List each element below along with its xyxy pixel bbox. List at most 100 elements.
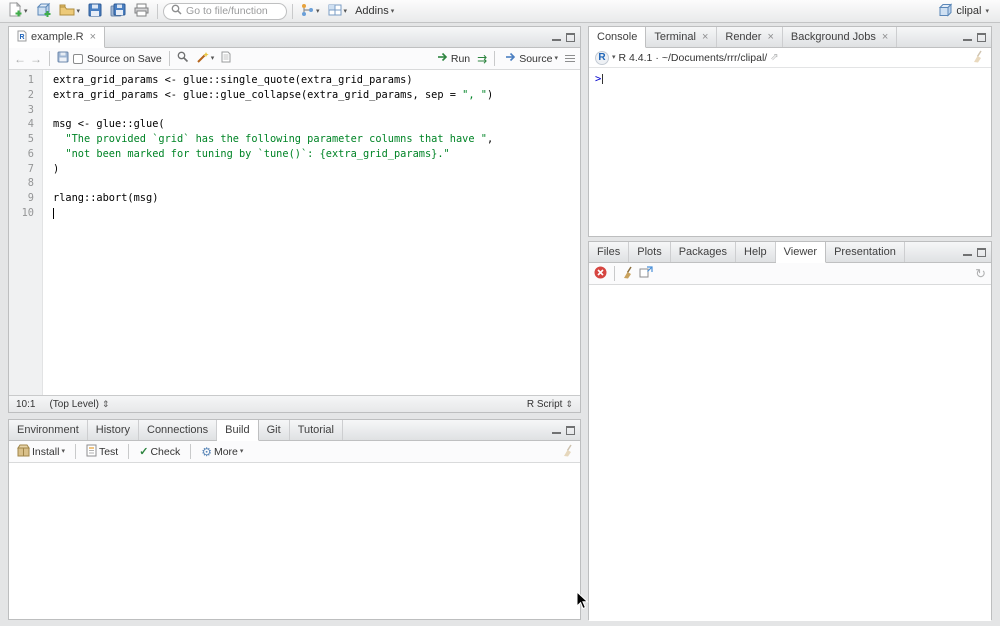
rerun-icon[interactable]: ⇉ [477,52,487,66]
maximize-icon[interactable] [977,33,986,42]
addins-button[interactable]: Addins ▾ [352,4,397,18]
compile-report-icon[interactable] [221,51,231,66]
tab-viewer[interactable]: Viewer [776,242,826,263]
close-icon[interactable]: × [90,31,96,43]
maximize-icon[interactable] [566,33,575,42]
chevron-down-icon[interactable]: ▾ [612,54,616,61]
tab-files[interactable]: Files [589,242,629,262]
tab-render[interactable]: Render× [717,27,783,47]
code-segment: extra_grid_params <- glue::single_quote(… [53,74,413,86]
forward-icon[interactable]: → [30,52,42,66]
code-line[interactable] [53,103,580,118]
goto-input[interactable] [186,5,279,17]
code-line[interactable]: "not been marked for tuning by `tune()`:… [53,147,580,162]
code-line[interactable]: "The provided `grid` has the following p… [53,132,580,147]
pane-window-buttons [963,27,991,47]
tab-connections[interactable]: Connections [139,420,217,440]
tab-plots[interactable]: Plots [629,242,670,262]
build-toolbar: Install ▾ Test ✓ Check ⚙ More ▾ [9,441,580,463]
save-button[interactable] [85,2,105,21]
tab-build[interactable]: Build [217,420,258,441]
find-replace-icon[interactable] [177,51,189,66]
line-number: 6 [9,147,34,162]
tab-git[interactable]: Git [259,420,290,440]
run-button[interactable]: Run [434,51,473,66]
goto-file-function-box[interactable] [163,3,287,20]
toolbar-separator [169,51,170,66]
document-outline-icon[interactable] [565,53,575,64]
minimize-icon[interactable] [552,33,561,41]
updown-icon: ⇕ [102,399,110,409]
source-arrow-icon [505,52,517,65]
tab-example-r[interactable]: R example.R × [9,27,105,48]
code-line[interactable]: extra_grid_params <- glue::glue_collapse… [53,88,580,103]
code-tools-button[interactable]: ▾ [193,50,218,68]
install-label: Install [32,446,59,458]
save-icon[interactable] [57,51,69,66]
code-lines[interactable]: extra_grid_params <- glue::single_quote(… [43,70,580,395]
close-icon[interactable]: × [767,31,773,43]
tab-label: Tutorial [298,424,334,436]
code-segment: "not been marked for tuning by `tune()`:… [65,148,449,160]
tab-console[interactable]: Console [589,27,646,48]
clear-console-icon[interactable] [972,50,985,66]
minimize-icon[interactable] [552,426,561,434]
search-icon [171,4,182,18]
tab-terminal[interactable]: Terminal× [646,27,717,47]
tab-presentation[interactable]: Presentation [826,242,905,262]
goto-directory-icon[interactable]: ⇗ [770,52,778,63]
tab-label: Connections [147,424,208,436]
tab-tutorial[interactable]: Tutorial [290,420,343,440]
code-editor[interactable]: 12345678910 extra_grid_params <- glue::s… [9,70,580,395]
clear-viewer-icon[interactable] [622,266,635,282]
r-logo-icon[interactable]: R [595,51,609,65]
maximize-icon[interactable] [977,248,986,257]
code-line[interactable]: ) [53,162,580,177]
chevron-down-icon: ▾ [211,55,215,62]
tab-history[interactable]: History [88,420,139,440]
check-button[interactable]: ✓ Check [136,444,183,459]
source-button[interactable]: Source ▾ [502,51,561,66]
refresh-icon[interactable]: ↻ [975,266,986,282]
minimize-icon[interactable] [963,33,972,41]
close-icon[interactable]: × [702,31,708,43]
new-file-button[interactable]: ▾ [5,1,31,21]
version-control-button[interactable]: ▾ [298,2,323,21]
more-button[interactable]: ⚙ More ▾ [198,444,246,460]
minimize-icon[interactable] [963,248,972,256]
maximize-icon[interactable] [566,426,575,435]
back-icon[interactable]: ← [14,52,26,66]
tab-environment[interactable]: Environment [9,420,88,440]
export-icon[interactable] [639,266,653,281]
close-icon[interactable]: × [882,31,888,43]
install-button[interactable]: Install ▾ [14,443,68,461]
console-output[interactable]: > [589,68,991,90]
project-menu-button[interactable]: clipal ▾ [932,2,995,21]
code-line[interactable]: rlang::abort(msg) [53,191,580,206]
code-line[interactable] [53,176,580,191]
code-line[interactable] [53,206,580,221]
code-line[interactable]: extra_grid_params <- glue::single_quote(… [53,73,580,88]
source-on-save-checkbox[interactable] [73,54,83,64]
test-button[interactable]: Test [83,443,121,461]
chevron-down-icon: ▾ [344,8,348,15]
clear-build-icon[interactable] [562,444,575,460]
save-all-button[interactable] [107,2,129,21]
new-project-button[interactable] [33,1,54,21]
line-number: 3 [9,103,34,118]
file-type-selector[interactable]: R Script⇕ [527,399,573,410]
scope-selector[interactable]: (Top Level)⇕ [49,399,109,410]
working-directory[interactable]: ~/Documents/rrr/clipal/ [662,52,767,64]
tab-packages[interactable]: Packages [671,242,736,262]
viewer-tabbar: FilesPlotsPackagesHelpViewerPresentation [589,242,991,263]
code-line[interactable]: msg <- glue::glue( [53,117,580,132]
workspace-panes-button[interactable]: ▾ [325,3,351,20]
chevron-down-icon: ▾ [240,448,244,455]
stop-icon[interactable] [594,266,607,282]
test-label: Test [99,446,118,458]
open-file-button[interactable]: ▾ [56,2,84,20]
tab-help[interactable]: Help [736,242,776,262]
chevron-down-icon: ▾ [77,8,81,15]
print-button[interactable] [131,2,152,21]
tab-background-jobs[interactable]: Background Jobs× [783,27,897,47]
